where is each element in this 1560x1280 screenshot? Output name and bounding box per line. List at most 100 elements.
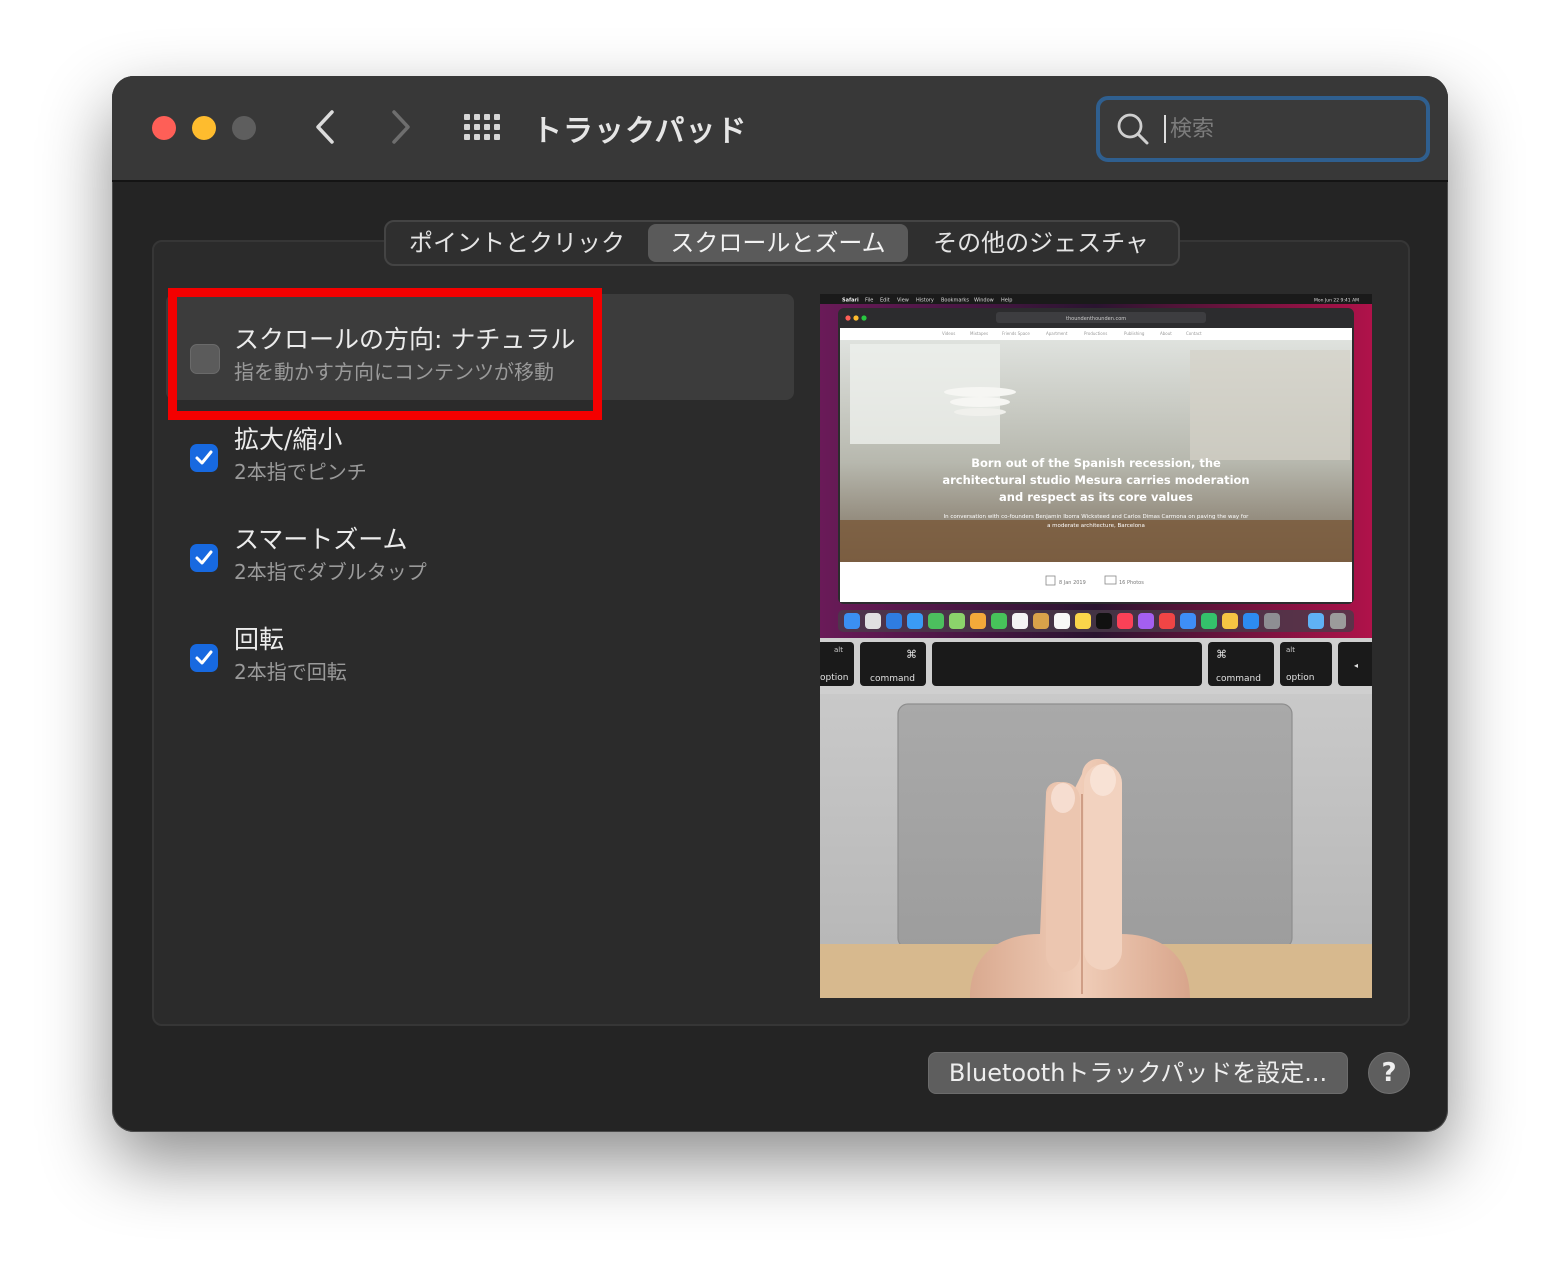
- tab-point-and-click[interactable]: ポイントとクリック: [386, 224, 648, 262]
- minimize-button[interactable]: [192, 116, 216, 140]
- dock-icon: [949, 613, 965, 629]
- fingernail: [1090, 764, 1116, 796]
- option-subtitle: 2本指でダブルタップ: [234, 560, 427, 584]
- text-caret: [1164, 115, 1166, 143]
- tab-more-gestures[interactable]: その他のジェスチャ: [908, 224, 1174, 262]
- dock-icon: [1264, 613, 1280, 629]
- key-label: option: [820, 673, 848, 683]
- key-label: ◂: [1354, 661, 1358, 670]
- dock-icon: [1330, 613, 1346, 629]
- hero-headline: and respect as its core values: [999, 490, 1193, 504]
- command-symbol: ⌘: [906, 648, 917, 661]
- key-label: command: [1216, 674, 1261, 684]
- close-button[interactable]: [152, 116, 176, 140]
- address-url: thoundenthounden.com: [1066, 316, 1126, 322]
- article-date: 8 Jan 2019: [1059, 580, 1086, 586]
- command-symbol: ⌘: [1216, 648, 1227, 661]
- gesture-preview-video: Safari File Edit View History Bookmarks …: [820, 294, 1372, 998]
- site-nav-item: Apartment: [1046, 331, 1068, 336]
- key-label: alt: [1286, 646, 1295, 654]
- key-label: option: [1286, 673, 1314, 683]
- site-nav-item: Productions: [1084, 331, 1107, 336]
- browser-min-dot: [853, 315, 859, 321]
- menubar-clock: Mon Jun 22 9:41 AM: [1314, 298, 1359, 304]
- back-button[interactable]: [306, 104, 346, 150]
- menubar-item: View: [897, 298, 909, 304]
- annotation-highlight-box: [168, 288, 602, 420]
- hero-headline: Born out of the Spanish recession, the: [971, 456, 1221, 470]
- checkmark-icon: [195, 650, 213, 665]
- menubar-item: Help: [1001, 298, 1012, 304]
- dock-icon: [1138, 613, 1154, 629]
- browser-zoom-dot: [861, 315, 867, 321]
- chevron-right-icon: [392, 110, 410, 144]
- dock-icon: [907, 613, 923, 629]
- preferences-window: トラックパッド ポイントとクリック スクロールとズーム その他のジェスチャ スク…: [112, 76, 1448, 1132]
- menubar-item: Window: [974, 298, 994, 304]
- setup-bluetooth-trackpad-button[interactable]: Bluetoothトラックパッドを設定...: [928, 1052, 1348, 1094]
- dock-icon: [886, 613, 902, 629]
- zoom-checkbox[interactable]: [190, 444, 218, 472]
- chevron-left-icon: [316, 110, 334, 144]
- key-label: alt: [834, 646, 843, 654]
- key-space: [932, 642, 1202, 686]
- fingernail: [1051, 783, 1075, 813]
- office-shelves: [1190, 350, 1350, 460]
- hero-byline: In conversation with co-founders Benjami…: [944, 514, 1250, 520]
- rotate-checkbox[interactable]: [190, 644, 218, 672]
- menubar-item: File: [865, 298, 873, 304]
- titlebar: トラックパッド: [112, 76, 1448, 182]
- window-title: トラックパッド: [532, 114, 748, 149]
- dock-icon: [1096, 613, 1112, 629]
- dock-icon: [1033, 613, 1049, 629]
- pendant-lamp: [944, 387, 1016, 397]
- site-nav-item: Friends Space: [1002, 331, 1030, 336]
- dock-icon: [844, 613, 860, 629]
- preview-illustration: Safari File Edit View History Bookmarks …: [820, 294, 1372, 998]
- site-nav-item: Mixtapes: [970, 331, 988, 336]
- dock-icon: [1054, 613, 1070, 629]
- checkmark-icon: [195, 450, 213, 465]
- site-nav-item: Contact: [1186, 331, 1202, 336]
- checkmark-icon: [195, 550, 213, 565]
- menubar-item: Edit: [880, 298, 890, 304]
- dock-icon: [991, 613, 1007, 629]
- pendant-lamp: [950, 397, 1010, 407]
- dock-icon: [970, 613, 986, 629]
- forward-button[interactable]: [380, 104, 420, 150]
- dock-icon: [1012, 613, 1028, 629]
- show-all-grid-icon[interactable]: [462, 112, 502, 142]
- dock-icon: [1308, 613, 1324, 629]
- key-label: command: [870, 674, 915, 684]
- dock-icon: [1201, 613, 1217, 629]
- hero-headline: architectural studio Mesura carries mode…: [942, 473, 1249, 487]
- dock-icon: [1243, 613, 1259, 629]
- article-photos: 16 Photos: [1119, 580, 1144, 586]
- dock-icon: [1117, 613, 1133, 629]
- help-button[interactable]: ?: [1368, 1052, 1410, 1094]
- site-nav-item: Publishing: [1124, 331, 1145, 336]
- tab-scroll-and-zoom[interactable]: スクロールとズーム: [648, 224, 908, 262]
- menubar-item: Safari: [842, 298, 859, 304]
- dock-icon: [1222, 613, 1238, 629]
- dock-icon: [865, 613, 881, 629]
- option-subtitle: 2本指で回転: [234, 660, 347, 684]
- menubar-item: Bookmarks: [941, 298, 969, 304]
- site-nav-item: Videos: [942, 331, 955, 336]
- pendant-lamp: [954, 408, 1006, 416]
- browser-close-dot: [845, 315, 851, 321]
- dock-icon: [1075, 613, 1091, 629]
- dock-icon: [928, 613, 944, 629]
- option-title: 拡大/縮小: [234, 425, 343, 454]
- site-nav-item: About: [1160, 331, 1172, 336]
- option-subtitle: 2本指でピンチ: [234, 460, 367, 484]
- menubar-item: History: [916, 298, 934, 304]
- zoom-button[interactable]: [232, 116, 256, 140]
- smart-zoom-checkbox[interactable]: [190, 544, 218, 572]
- option-title: 回転: [234, 625, 285, 654]
- search-field[interactable]: [1096, 96, 1430, 162]
- option-title: スマートズーム: [234, 525, 408, 554]
- tab-bar: ポイントとクリック スクロールとズーム その他のジェスチャ: [384, 220, 1180, 266]
- dock-icon: [1180, 613, 1196, 629]
- search-input[interactable]: [1168, 110, 1412, 148]
